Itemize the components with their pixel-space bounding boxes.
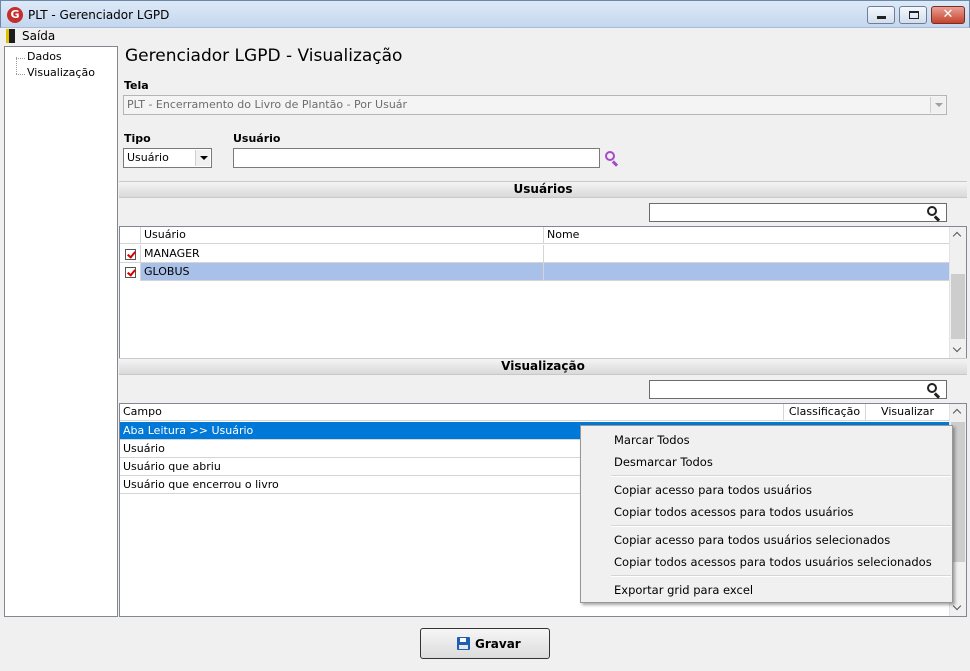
usuarios-grid-header: Usuário Nome xyxy=(120,227,950,244)
column-header-classificacao[interactable]: Classificação xyxy=(784,404,866,421)
visualizacao-section-header: Visualização xyxy=(119,358,967,375)
usuarios-grid: Usuário Nome MANAGER GLOBUS xyxy=(119,226,967,359)
save-button[interactable]: Gravar xyxy=(420,628,550,659)
usuario-cell: MANAGER xyxy=(141,245,544,263)
usuario-cell: GLOBUS xyxy=(141,263,544,281)
menu-item-marcar-todos[interactable]: Marcar Todos xyxy=(614,433,690,447)
checkbox-checked[interactable] xyxy=(125,267,136,278)
tipo-label: Tipo xyxy=(124,132,151,145)
nome-cell xyxy=(544,245,950,263)
column-header-campo[interactable]: Campo xyxy=(120,404,784,421)
menu-separator xyxy=(611,525,951,527)
title-bar: G PLT - Gerenciador LGPD ✕ xyxy=(0,0,970,28)
page-title: Gerenciador LGPD - Visualização xyxy=(125,46,403,66)
column-header-usuario[interactable]: Usuário xyxy=(141,227,544,244)
tree-connector xyxy=(16,58,25,59)
save-button-label: Gravar xyxy=(475,637,521,651)
tipo-select[interactable]: Usuário xyxy=(123,148,212,168)
search-icon[interactable] xyxy=(927,206,941,222)
close-icon: ✕ xyxy=(942,7,954,22)
maximize-icon xyxy=(909,11,919,19)
app-logo-icon: G xyxy=(7,7,23,23)
scrollbar-thumb[interactable] xyxy=(951,274,965,339)
chevron-down-icon xyxy=(930,97,945,113)
chevron-down-icon xyxy=(195,150,210,166)
row-checkbox-cell[interactable] xyxy=(120,263,141,281)
column-header-visualizar[interactable]: Visualizar xyxy=(866,404,950,421)
scrollbar-thumb[interactable] xyxy=(951,422,965,562)
menu-item-copiar-acesso-todos[interactable]: Copiar acesso para todos usuários xyxy=(614,483,812,497)
usuario-input[interactable] xyxy=(233,148,600,168)
search-icon[interactable] xyxy=(927,383,941,399)
tela-label: Tela xyxy=(124,79,149,92)
floppy-disk-icon xyxy=(457,637,470,650)
tree-connector xyxy=(16,74,25,75)
menu-separator xyxy=(611,475,951,477)
menu-item-copiar-todos-acessos-selecionados[interactable]: Copiar todos acessos para todos usuários… xyxy=(614,555,932,569)
usuarios-section-header: Usuários xyxy=(119,181,967,198)
checkbox-checked[interactable] xyxy=(125,249,136,260)
menu-item-exportar-excel[interactable]: Exportar grid para excel xyxy=(614,583,753,597)
menu-exit[interactable]: Saída xyxy=(22,29,55,43)
usuario-label: Usuário xyxy=(233,132,281,145)
tela-select-value: PLT - Encerramento do Livro de Plantão -… xyxy=(127,98,408,111)
menu-bar: Saída xyxy=(0,28,970,45)
close-button[interactable]: ✕ xyxy=(931,6,965,24)
menu-item-desmarcar-todos[interactable]: Desmarcar Todos xyxy=(614,455,713,469)
scroll-down-arrow-icon[interactable] xyxy=(950,342,966,358)
tela-select[interactable]: PLT - Encerramento do Livro de Plantão -… xyxy=(123,95,947,115)
scroll-up-arrow-icon[interactable] xyxy=(950,404,966,420)
usuarios-search-input[interactable] xyxy=(649,203,947,222)
client-area: Dados Visualização Gerenciador LGPD - Vi… xyxy=(3,45,967,669)
minimize-icon xyxy=(877,16,886,19)
minimize-button[interactable] xyxy=(867,6,895,24)
context-menu: Marcar Todos Desmarcar Todos Copiar aces… xyxy=(580,425,953,603)
menu-item-copiar-acesso-selecionados[interactable]: Copiar acesso para todos usuários seleci… xyxy=(614,533,890,547)
tree-item-visualizacao[interactable]: Visualização xyxy=(27,66,95,79)
row-checkbox-cell[interactable] xyxy=(120,245,141,263)
usuarios-scrollbar[interactable] xyxy=(949,227,966,358)
tree-connector xyxy=(16,57,17,74)
menu-separator xyxy=(611,575,951,577)
table-row-selected[interactable]: GLOBUS xyxy=(120,263,950,281)
scroll-up-arrow-icon[interactable] xyxy=(950,227,966,243)
menu-item-copiar-todos-acessos-todos[interactable]: Copiar todos acessos para todos usuários xyxy=(614,505,854,519)
exit-door-icon[interactable] xyxy=(6,29,15,43)
navigation-tree: Dados Visualização xyxy=(4,46,118,617)
tree-item-dados[interactable]: Dados xyxy=(27,50,62,63)
nome-cell xyxy=(544,263,950,281)
visualizacao-grid-header: Campo Classificação Visualizar xyxy=(120,404,950,421)
grid-check-column xyxy=(120,227,141,244)
table-row[interactable]: MANAGER xyxy=(120,245,950,263)
column-header-nome[interactable]: Nome xyxy=(544,227,950,244)
maximize-button[interactable] xyxy=(899,6,927,24)
window-title: PLT - Gerenciador LGPD xyxy=(28,8,170,22)
visualizacao-search-input[interactable] xyxy=(649,380,947,399)
search-icon[interactable] xyxy=(605,151,619,167)
tipo-select-value: Usuário xyxy=(127,151,169,164)
